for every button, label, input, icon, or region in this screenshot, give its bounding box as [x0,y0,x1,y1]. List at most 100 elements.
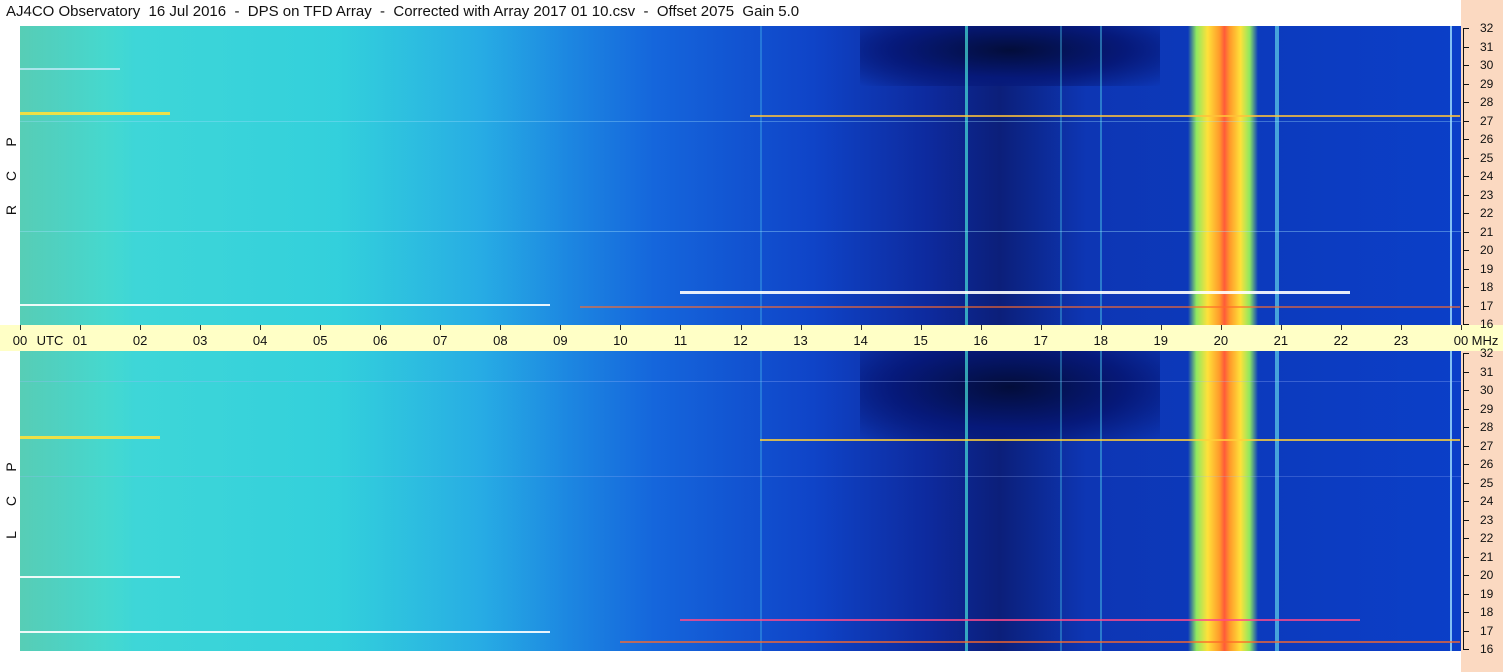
utc-tick-mark [260,325,262,330]
emission-stripe [1060,351,1062,651]
frequency-tick-label: 30 [1480,383,1494,397]
frequency-tick-mark [1463,427,1469,428]
utc-tick-mark [740,325,742,330]
interference-band [20,436,160,439]
frequency-tick-label: 32 [1480,346,1494,360]
utc-tick-label: 00 [12,333,28,348]
emission-stripe [1275,26,1279,325]
frequency-tick-mark [1463,287,1469,288]
frequency-tick-mark [1463,390,1469,391]
utc-tick-mark [860,325,862,330]
frequency-tick-mark [1463,268,1469,270]
frequency-tick-mark [1463,630,1469,632]
frequency-tick-label: 18 [1480,605,1494,619]
interference-band [20,231,1461,232]
frequency-tick-label: 22 [1480,206,1494,220]
utc-tick-mark [1461,325,1462,330]
utc-tick-label: 07 [433,333,448,348]
frequency-tick-label: 16 [1480,317,1494,331]
frequency-tick-mark [1463,408,1469,410]
frequency-tick-label: 16 [1480,642,1494,656]
utc-tick-mark [80,325,82,330]
emission-stripe [1275,351,1279,651]
polarization-letter: L [3,531,19,539]
frequency-tick-mark [1463,575,1469,576]
frequency-tick-label: 29 [1480,76,1494,91]
utc-tick-label: 22 [1333,333,1349,348]
frequency-tick-label: 28 [1480,95,1494,109]
frequency-tick-mark [1463,324,1469,325]
interference-band [20,112,170,115]
interference-band [680,619,1360,621]
frequency-tick-mark [1463,482,1469,484]
frequency-tick-label: 28 [1480,420,1494,434]
utc-tick-label: 18 [1093,333,1108,348]
frequency-tick-mark [1463,649,1469,650]
frequency-tick-label: 23 [1480,187,1494,202]
rcp-spectrogram [20,26,1461,325]
utc-tick-mark [320,325,322,330]
frequency-tick-label: 22 [1480,531,1494,545]
interference-band [20,121,1461,122]
quiet-region [860,26,1160,86]
utc-tick-label: 13 [793,333,808,348]
frequency-tick-label: 26 [1480,132,1494,146]
frequency-tick-label: 27 [1480,438,1494,453]
interference-band [20,68,120,70]
frequency-tick-mark [1463,371,1469,373]
frequency-tick-mark [1463,120,1469,122]
emission-stripe [965,351,968,651]
utc-tick-label: 19 [1153,333,1169,348]
utc-tick-label: 04 [252,333,268,348]
frequency-tick-mark [1463,305,1469,307]
frequency-tick-label: 26 [1480,457,1494,471]
utc-tick-label: 12 [733,333,748,348]
frequency-tick-mark [1463,46,1469,48]
utc-tick-mark [920,325,922,330]
frequency-tick-label: 32 [1480,21,1494,35]
frequency-tick-label: 31 [1480,364,1494,379]
frequency-tick-mark [1463,176,1469,177]
utc-tick-label: 20 [1213,333,1229,348]
lcp-spectrogram [20,351,1461,651]
polarization-letter: R [3,204,19,216]
rcp-polarization-label: P C R [3,125,19,227]
utc-tick-label: 03 [192,333,208,348]
frequency-tick-label: 20 [1480,243,1494,257]
emission-stripe [1188,26,1258,325]
utc-tick-mark [560,325,562,330]
utc-tick-label: 15 [913,333,928,348]
utc-tick-mark [1280,325,1282,330]
emission-stripe [1188,351,1258,651]
frequency-tick-mark [1463,213,1469,214]
utc-tick-label: 23 [1393,333,1409,348]
frequency-tick-mark [1463,157,1469,159]
frequency-tick-label: 27 [1480,113,1494,128]
emission-stripe [760,351,762,651]
polarization-letter: C [3,495,19,507]
utc-tick-label: 08 [493,333,508,348]
frequency-tick-mark [1463,231,1469,233]
utc-tick-mark [680,325,682,330]
frequency-tick-mark [1463,612,1469,613]
polarization-letter: P [3,462,19,472]
frequency-tick-mark [1463,65,1469,66]
emission-stripe [1100,351,1102,651]
frequency-tick-label: 17 [1480,623,1494,638]
interference-band [20,381,1461,382]
interference-band [620,641,1460,643]
utc-tick-mark [800,325,802,330]
utc-tick-label: 17 [1033,333,1048,348]
utc-tick-label: 09 [553,333,568,348]
utc-tick-label: 05 [312,333,328,348]
utc-tick-mark [500,325,502,330]
frequency-tick-label: 30 [1480,58,1494,72]
utc-tick-label: 06 [373,333,388,348]
frequency-tick-label: 23 [1480,512,1494,527]
utc-tick-label: 00 [1453,333,1469,348]
frequency-tick-mark [1463,28,1469,29]
interference-band [20,631,550,633]
utc-tick-mark [1340,325,1342,330]
frequency-tick-mark [1463,194,1469,196]
emission-stripe [1450,351,1452,651]
